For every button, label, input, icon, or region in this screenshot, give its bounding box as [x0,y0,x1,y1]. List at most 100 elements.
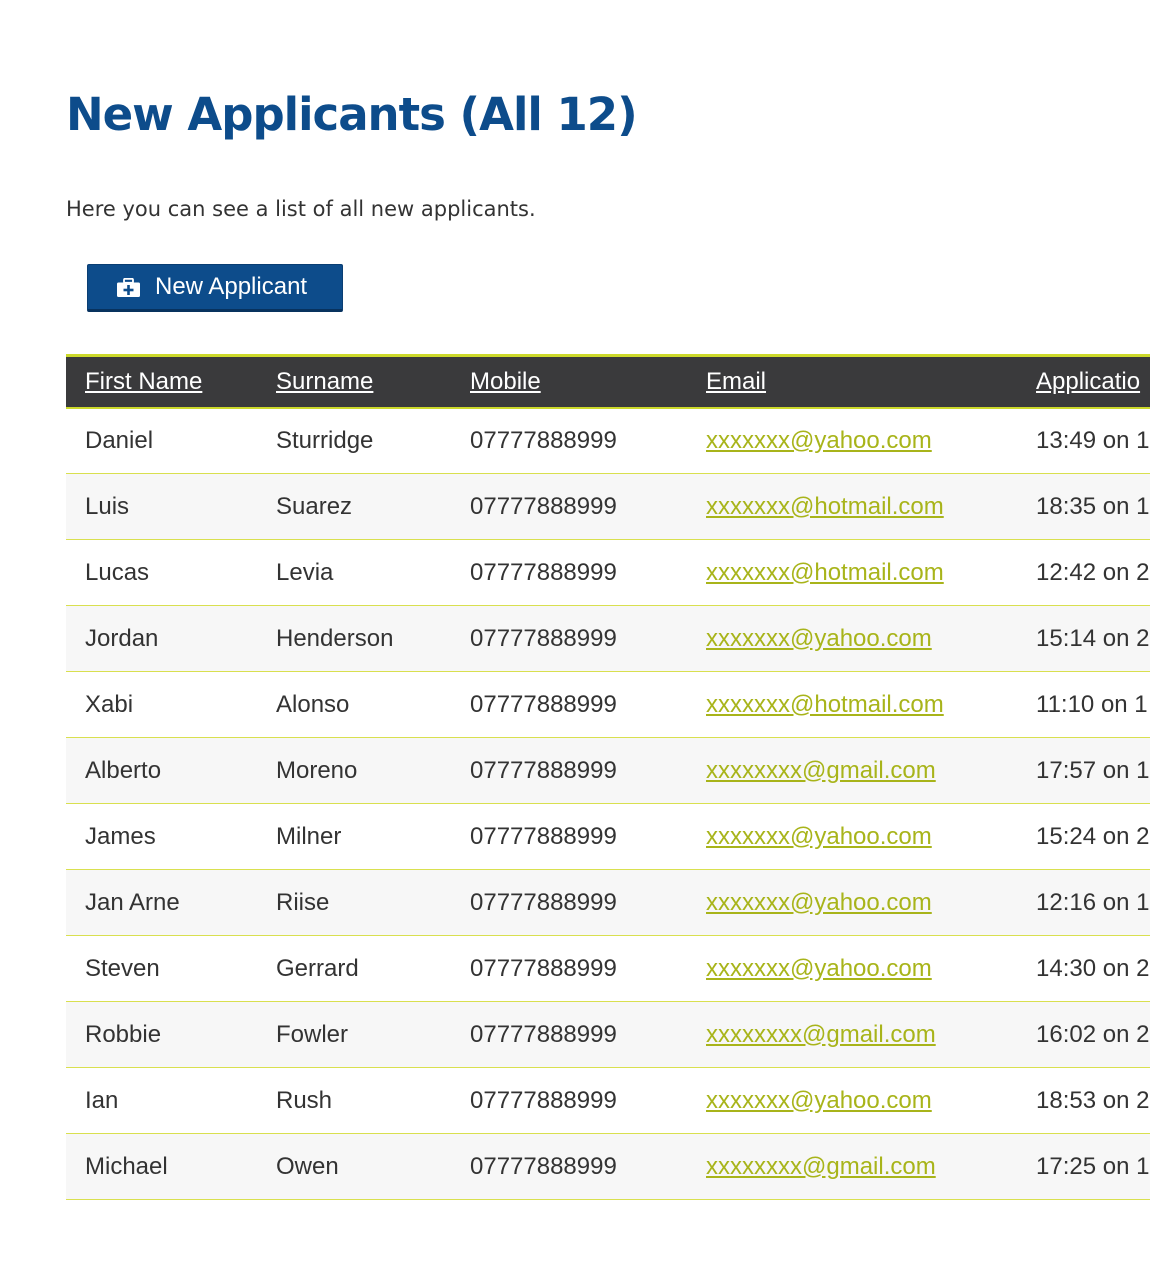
table-row: Jordan Henderson 07777888999 xxxxxxx@yah… [66,605,1150,672]
cell-surname: Riise [276,888,330,916]
cell-mobile: 07777888999 [470,1086,617,1114]
column-header-surname: Surname [257,354,451,409]
table-row: Daniel Sturridge 07777888999 xxxxxxx@yah… [66,407,1150,474]
table-header: First Name Surname Mobile Email Applicat… [66,354,1150,409]
cell-email: xxxxxxx@hotmail.com [687,540,1017,606]
applicants-table-container: First Name Surname Mobile Email Applicat… [66,354,1150,1200]
sort-link-application[interactable]: Applicatio [1036,368,1140,395]
cell-mobile: 07777888999 [470,624,617,652]
column-header-first-name: First Name [66,354,257,409]
cell-mobile: 07777888999 [470,690,617,718]
cell-surname: Sturridge [276,426,374,454]
cell-email: xxxxxxx@yahoo.com [687,408,1017,474]
cell-mobile: 07777888999 [470,426,617,454]
cell-first-name: Daniel [85,426,154,454]
cell-application-time: 12:42 on 2 [1036,558,1150,586]
cell-email: xxxxxxx@yahoo.com [687,606,1017,672]
cell-email: xxxxxxx@yahoo.com [687,936,1017,1002]
cell-first-name: Alberto [85,756,162,784]
email-link[interactable]: xxxxxxx@yahoo.com [706,955,932,982]
cell-surname: Gerrard [276,954,359,982]
cell-mobile: 07777888999 [470,756,617,784]
cell-first-name: James [85,822,156,850]
cell-email: xxxxxxx@yahoo.com [687,804,1017,870]
cell-surname: Owen [276,1152,339,1180]
cell-first-name: Jan Arne [85,888,180,916]
cell-first-name: Jordan [85,624,159,652]
cell-surname: Rush [276,1086,333,1114]
cell-first-name: Robbie [85,1020,162,1048]
column-header-application: Applicatio [1017,354,1150,409]
cell-surname: Suarez [276,492,353,520]
sort-link-email[interactable]: Email [706,368,766,395]
cell-surname: Levia [276,558,334,586]
cell-application-time: 14:30 on 2 [1036,954,1150,982]
table-row: James Milner 07777888999 xxxxxxx@yahoo.c… [66,803,1150,870]
sort-link-mobile[interactable]: Mobile [470,368,541,395]
cell-application-time: 17:57 on 1 [1036,756,1150,784]
email-link[interactable]: xxxxxxx@yahoo.com [706,427,932,454]
table-row: Lucas Levia 07777888999 xxxxxxx@hotmail.… [66,539,1150,606]
cell-email: xxxxxxxx@gmail.com [687,1002,1017,1068]
email-link[interactable]: xxxxxxx@yahoo.com [706,625,932,652]
cell-first-name: Steven [85,954,160,982]
email-link[interactable]: xxxxxxx@yahoo.com [706,823,932,850]
cell-application-time: 15:14 on 2 [1036,624,1150,652]
cell-first-name: Michael [85,1152,168,1180]
table-row: Michael Owen 07777888999 xxxxxxxx@gmail.… [66,1133,1150,1200]
email-link[interactable]: xxxxxxx@yahoo.com [706,889,932,916]
table-row: Ian Rush 07777888999 xxxxxxx@yahoo.com 1… [66,1067,1150,1134]
sort-link-first-name[interactable]: First Name [85,368,202,395]
column-header-mobile: Mobile [451,354,687,409]
cell-application-time: 13:49 on 1 [1036,426,1150,454]
cell-email: xxxxxxx@hotmail.com [687,474,1017,540]
table-row: Robbie Fowler 07777888999 xxxxxxxx@gmail… [66,1001,1150,1068]
cell-email: xxxxxxx@hotmail.com [687,672,1017,738]
cell-mobile: 07777888999 [470,558,617,586]
email-link[interactable]: xxxxxxx@hotmail.com [706,691,944,718]
cell-email: xxxxxxx@yahoo.com [687,870,1017,936]
sort-link-surname[interactable]: Surname [276,368,373,395]
email-link[interactable]: xxxxxxx@hotmail.com [706,493,944,520]
briefcase-add-icon [116,277,141,297]
cell-first-name: Ian [85,1086,119,1114]
cell-mobile: 07777888999 [470,492,617,520]
new-applicant-button[interactable]: New Applicant [87,264,343,312]
cell-application-time: 12:16 on 1 [1036,888,1150,916]
cell-application-time: 18:53 on 2 [1036,1086,1150,1114]
email-link[interactable]: xxxxxxxx@gmail.com [706,757,936,784]
cell-first-name: Lucas [85,558,150,586]
cell-surname: Fowler [276,1020,349,1048]
cell-email: xxxxxxxx@gmail.com [687,738,1017,804]
cell-email: xxxxxxx@yahoo.com [687,1068,1017,1134]
cell-mobile: 07777888999 [470,1152,617,1180]
applicants-table: First Name Surname Mobile Email Applicat… [66,354,1150,1200]
table-row: Jan Arne Riise 07777888999 xxxxxxx@yahoo… [66,869,1150,936]
cell-application-time: 17:25 on 1 [1036,1152,1150,1180]
page-intro: Here you can see a list of all new appli… [66,197,536,221]
cell-email: xxxxxxxx@gmail.com [687,1134,1017,1200]
cell-first-name: Xabi [85,690,134,718]
email-link[interactable]: xxxxxxx@yahoo.com [706,1087,932,1114]
cell-application-time: 18:35 on 1 [1036,492,1150,520]
cell-surname: Alonso [276,690,350,718]
table-row: Xabi Alonso 07777888999 xxxxxxx@hotmail.… [66,671,1150,738]
email-link[interactable]: xxxxxxx@hotmail.com [706,559,944,586]
email-link[interactable]: xxxxxxxx@gmail.com [706,1021,936,1048]
cell-first-name: Luis [85,492,130,520]
table-body: Daniel Sturridge 07777888999 xxxxxxx@yah… [66,407,1150,1200]
cell-mobile: 07777888999 [470,1020,617,1048]
cell-surname: Moreno [276,756,358,784]
cell-mobile: 07777888999 [470,822,617,850]
cell-mobile: 07777888999 [470,954,617,982]
table-row: Alberto Moreno 07777888999 xxxxxxxx@gmai… [66,737,1150,804]
cell-application-time: 16:02 on 2 [1036,1020,1150,1048]
cell-application-time: 15:24 on 2 [1036,822,1150,850]
cell-mobile: 07777888999 [470,888,617,916]
table-row: Luis Suarez 07777888999 xxxxxxx@hotmail.… [66,473,1150,540]
cell-surname: Henderson [276,624,394,652]
cell-surname: Milner [276,822,342,850]
email-link[interactable]: xxxxxxxx@gmail.com [706,1153,936,1180]
new-applicant-label: New Applicant [155,273,308,300]
table-header-row: First Name Surname Mobile Email Applicat… [66,354,1150,409]
